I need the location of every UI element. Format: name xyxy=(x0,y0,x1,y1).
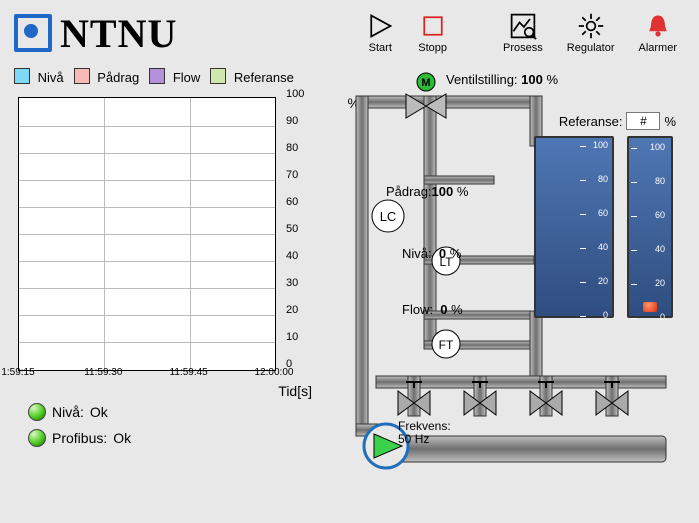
gauge-tick: 0 xyxy=(635,312,665,322)
referanse-input[interactable]: Referanse: # % xyxy=(559,112,676,130)
regulator-button[interactable]: Regulator xyxy=(559,8,623,58)
legend-item-niva: Nivå xyxy=(14,68,64,85)
gauge-tick: 20 xyxy=(635,278,665,288)
alarmer-label: Alarmer xyxy=(638,42,677,54)
trend-chart: 1009080706050403020100 % 1:59:1511:59:30… xyxy=(12,95,332,395)
swatch-flow xyxy=(149,68,165,84)
status-profibus: Profibus: Ok xyxy=(12,429,332,447)
gauge-tick: 40 xyxy=(635,244,665,254)
gauge-tick: 80 xyxy=(635,176,665,186)
y-tick: 90 xyxy=(286,115,298,127)
led-profibus-icon xyxy=(28,429,46,447)
y-tick: 20 xyxy=(286,304,298,316)
swatch-referanse xyxy=(210,68,226,84)
gauge-tick: 60 xyxy=(584,208,608,218)
x-tick: 1:59:15 xyxy=(1,367,34,378)
reference-gauge: 100806040200 xyxy=(627,136,673,318)
legend-item-flow: Flow xyxy=(149,68,200,85)
gauge-tick: 0 xyxy=(584,310,608,320)
regulator-label: Regulator xyxy=(567,42,615,54)
play-icon xyxy=(366,12,394,40)
gauge-tick: 40 xyxy=(584,242,608,252)
x-tick: 11:59:45 xyxy=(170,367,208,378)
chart-legend: Nivå Pådrag Flow Referanse xyxy=(12,66,332,89)
swatch-niva xyxy=(14,68,30,84)
led-niva-icon xyxy=(28,403,46,421)
padrag-readout: Pådrag:100 % xyxy=(386,184,468,199)
legend-item-referanse: Referanse xyxy=(210,68,294,85)
gauge-tick: 20 xyxy=(584,276,608,286)
start-label: Start xyxy=(369,42,392,54)
y-tick: 50 xyxy=(286,223,298,235)
alarmer-button[interactable]: Alarmer xyxy=(630,8,685,58)
stop-label: Stopp xyxy=(418,42,447,54)
stop-button[interactable]: Stopp xyxy=(410,8,455,58)
x-tick: 11:59:30 xyxy=(84,367,122,378)
process-chart-icon xyxy=(509,12,537,40)
status-niva: Nivå: Ok xyxy=(12,403,332,421)
frekvens-readout: Frekvens: 50 Hz xyxy=(398,420,451,446)
gauge-tick: 100 xyxy=(584,140,608,150)
niva-readout: Nivå: 0 % xyxy=(402,246,461,261)
prosess-label: Prosess xyxy=(503,42,543,54)
gauge-tick: 60 xyxy=(635,210,665,220)
gauge-tick: 80 xyxy=(584,174,608,184)
flow-readout: Flow: 0 % xyxy=(402,302,463,317)
prosess-button[interactable]: Prosess xyxy=(495,8,551,58)
y-tick: 100 xyxy=(286,88,304,100)
start-button[interactable]: Start xyxy=(358,8,402,58)
x-tick: 12:00:00 xyxy=(255,367,294,378)
ft-bubble: FT xyxy=(439,338,454,352)
stop-icon xyxy=(419,12,447,40)
y-tick: 30 xyxy=(286,277,298,289)
motor-label: M xyxy=(421,77,430,89)
y-tick: 60 xyxy=(286,196,298,208)
ventilstilling-readout: Ventilstilling: 100 % xyxy=(446,72,558,87)
gear-icon xyxy=(577,12,605,40)
reference-indicator-icon xyxy=(643,302,657,312)
gauge-tick: 100 xyxy=(635,142,665,152)
tank-level-gauge: 100 80 60 40 20 0 xyxy=(534,136,614,318)
lc-bubble: LC xyxy=(380,209,397,224)
y-tick: 70 xyxy=(286,169,298,181)
legend-item-padrag: Pådrag xyxy=(74,68,140,85)
swatch-padrag xyxy=(74,68,90,84)
ntnu-logo-icon xyxy=(14,14,52,52)
y-tick: 80 xyxy=(286,142,298,154)
x-axis-label: Tid[s] xyxy=(278,383,312,399)
y-tick: 40 xyxy=(286,250,298,262)
ntnu-logo-text: NTNU xyxy=(60,10,177,57)
y-tick: 10 xyxy=(286,331,298,343)
bell-icon xyxy=(644,12,672,40)
